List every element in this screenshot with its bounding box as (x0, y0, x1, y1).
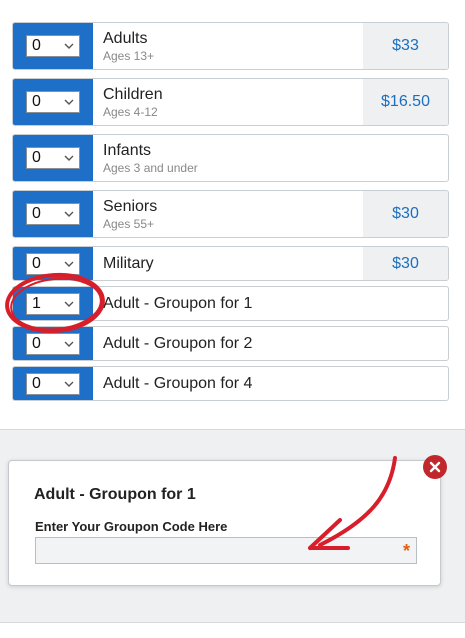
close-icon (429, 461, 441, 473)
quantity-cell: 0 (13, 247, 93, 280)
ticket-name: Seniors (103, 197, 158, 215)
quantity-cell: 0 (13, 79, 93, 125)
ticket-row-groupon-1: 1 Adult - Groupon for 1 (12, 286, 449, 321)
ticket-price: $33 (363, 23, 448, 69)
ticket-price: $30 (363, 191, 448, 237)
ticket-info: Adults Ages 13+ (93, 23, 363, 69)
quantity-value: 0 (32, 205, 41, 222)
quantity-select[interactable]: 0 (26, 372, 80, 395)
ticket-info: Adult - Groupon for 2 (93, 327, 448, 360)
quantity-select[interactable]: 0 (26, 147, 80, 169)
ticket-name: Adult - Groupon for 4 (103, 374, 253, 392)
ticket-info: Seniors Ages 55+ (93, 191, 363, 237)
chevron-down-icon (63, 40, 75, 52)
quantity-select[interactable]: 0 (26, 332, 80, 355)
quantity-select[interactable]: 0 (26, 252, 80, 275)
quantity-value: 0 (32, 334, 41, 352)
ticket-price: $30 (363, 247, 448, 280)
ticket-price (363, 135, 448, 181)
chevron-down-icon (63, 258, 75, 270)
ticket-info: Children Ages 4-12 (93, 79, 363, 125)
chevron-down-icon (63, 298, 75, 310)
quantity-value: 0 (32, 37, 41, 54)
ticket-name: Children (103, 85, 163, 103)
chevron-down-icon (63, 208, 75, 220)
chevron-down-icon (63, 378, 75, 390)
ticket-name: Military (103, 254, 154, 272)
quantity-select[interactable]: 0 (26, 203, 80, 225)
ticket-age-range: Ages 4-12 (103, 104, 158, 119)
ticket-row-children: 0 Children Ages 4-12 $16.50 (12, 78, 449, 126)
chevron-down-icon (63, 338, 75, 350)
chevron-down-icon (63, 152, 75, 164)
ticket-info: Military (93, 247, 363, 280)
panel-title: Adult - Groupon for 1 (34, 486, 196, 503)
quantity-select[interactable]: 0 (26, 91, 80, 113)
groupon-code-input[interactable]: * (35, 537, 417, 564)
close-button[interactable] (423, 455, 447, 479)
ticket-row-groupon-4: 0 Adult - Groupon for 4 (12, 366, 449, 401)
ticket-name: Adult - Groupon for 1 (103, 294, 253, 312)
quantity-value: 0 (32, 149, 41, 166)
ticket-info: Infants Ages 3 and under (93, 135, 363, 181)
ticket-name: Adult - Groupon for 2 (103, 334, 253, 352)
quantity-cell: 0 (13, 327, 93, 360)
ticket-age-range: Ages 3 and under (103, 160, 198, 175)
ticket-info: Adult - Groupon for 1 (93, 287, 448, 320)
quantity-cell: 0 (13, 367, 93, 400)
ticket-name: Infants (103, 141, 152, 159)
groupon-code-panel: Adult - Groupon for 1 Enter Your Groupon… (8, 460, 441, 586)
ticket-row-seniors: 0 Seniors Ages 55+ $30 (12, 190, 449, 238)
chevron-down-icon (63, 96, 75, 108)
ticket-row-groupon-2: 0 Adult - Groupon for 2 (12, 326, 449, 361)
quantity-select[interactable]: 1 (26, 292, 80, 315)
ticket-name: Adults (103, 29, 148, 47)
ticket-row-military: 0 Military $30 (12, 246, 449, 281)
ticket-row-adults: 0 Adults Ages 13+ $33 (12, 22, 449, 70)
quantity-select[interactable]: 0 (26, 35, 80, 57)
required-icon: * (402, 541, 410, 561)
quantity-cell: 1 (13, 287, 93, 320)
quantity-value: 1 (32, 294, 41, 312)
quantity-value: 0 (32, 93, 41, 110)
groupon-code-label: Enter Your Groupon Code Here (35, 519, 228, 534)
ticket-info: Adult - Groupon for 4 (93, 367, 448, 400)
ticket-price: $16.50 (363, 79, 448, 125)
quantity-cell: 0 (13, 23, 93, 69)
ticket-list: 0 Adults Ages 13+ $33 0 Children Ages 4-… (12, 22, 449, 406)
quantity-cell: 0 (13, 135, 93, 181)
quantity-value: 0 (32, 254, 41, 272)
ticket-age-range: Ages 55+ (103, 216, 155, 231)
ticket-age-range: Ages 13+ (103, 48, 155, 63)
ticket-row-infants: 0 Infants Ages 3 and under (12, 134, 449, 182)
quantity-cell: 0 (13, 191, 93, 237)
quantity-value: 0 (32, 374, 41, 392)
